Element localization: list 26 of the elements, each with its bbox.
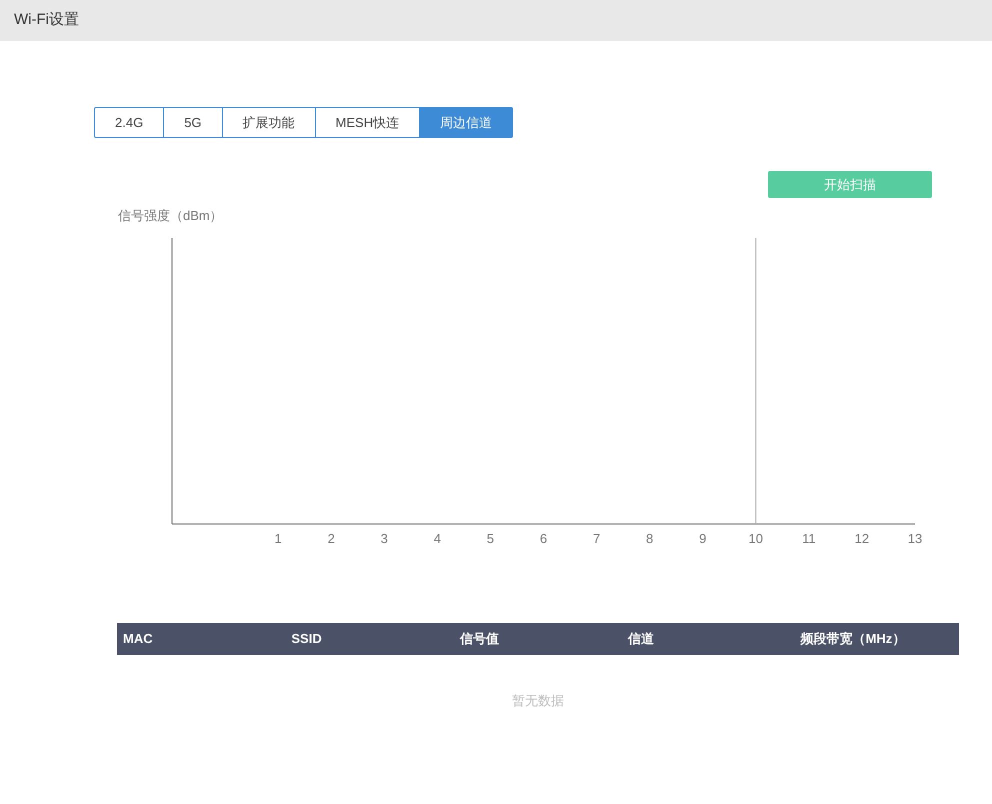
channel-label: 4 <box>434 531 441 546</box>
tab[interactable]: 扩展功能 <box>222 107 316 138</box>
channel-label: 10 <box>748 531 763 546</box>
tab[interactable]: 周边信道 <box>419 107 514 138</box>
channel-label: 12 <box>854 531 870 546</box>
column-header: MAC <box>122 630 154 648</box>
channel-label: 2 <box>328 531 335 546</box>
empty-message: 暂无数据 <box>512 692 564 710</box>
channel-label: 1 <box>274 531 282 546</box>
tab[interactable]: 5G <box>163 107 223 138</box>
tab[interactable]: 2.4G <box>94 107 164 138</box>
channel-label: 5 <box>486 531 494 546</box>
column-header: SSID <box>290 630 323 648</box>
channel-label: 3 <box>380 531 388 546</box>
axis-title: 信号强度（dBm） <box>118 208 223 223</box>
column-header: 信道 <box>626 630 656 648</box>
channel-label: 8 <box>646 531 654 546</box>
page-title: Wi-Fi设置 <box>14 10 79 30</box>
column-header: 频段带宽（MHz） <box>799 630 906 648</box>
channel-label: 11 <box>802 531 816 546</box>
tab[interactable]: MESH快连 <box>314 107 420 138</box>
channel-label: 7 <box>592 531 600 546</box>
channel-label: 6 <box>540 531 548 546</box>
column-header: 信号值 <box>458 630 500 648</box>
channel-label: 9 <box>699 531 706 546</box>
channel-label: 13 <box>908 531 922 546</box>
